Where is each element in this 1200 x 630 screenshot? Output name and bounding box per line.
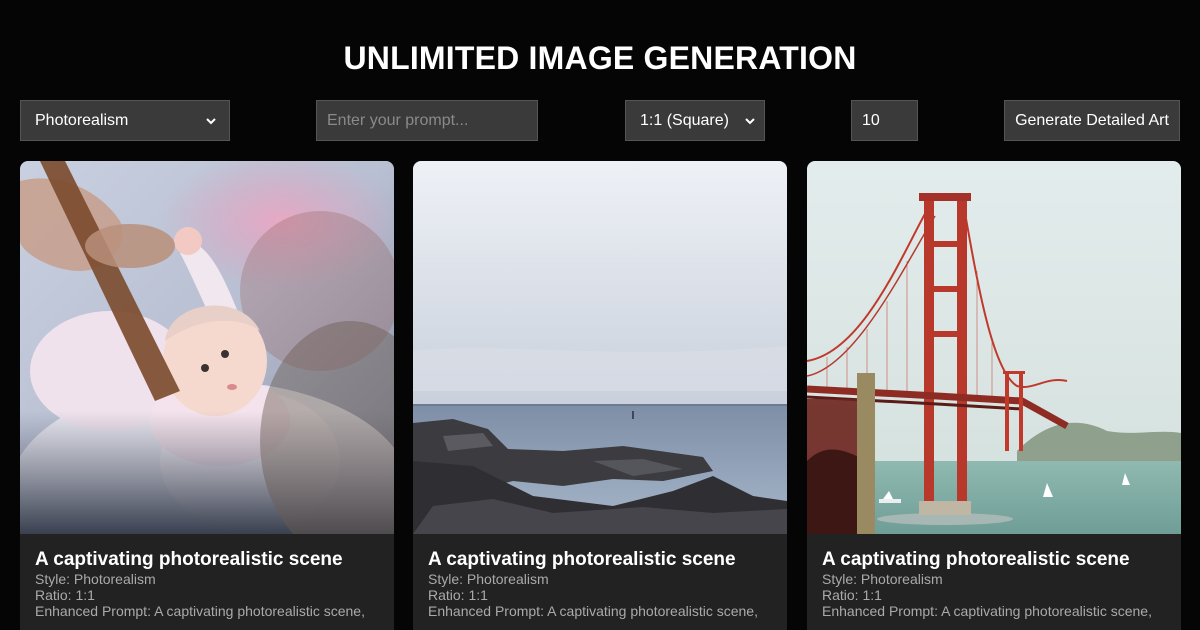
- card-ratio: Ratio: 1:1: [822, 587, 882, 603]
- image-card[interactable]: A captivating photorealistic scene Style…: [807, 161, 1181, 630]
- style-select-value: Photorealism: [35, 111, 129, 129]
- count-input[interactable]: 10: [851, 100, 918, 141]
- golden-gate-bridge-photo[interactable]: [807, 161, 1181, 534]
- prompt-placeholder: Enter your prompt...: [327, 111, 469, 129]
- chevron-down-icon: [206, 117, 216, 124]
- prompt-input[interactable]: Enter your prompt...: [316, 100, 538, 141]
- style-select[interactable]: Photorealism: [20, 100, 230, 141]
- generate-button[interactable]: Generate Detailed Art: [1004, 100, 1180, 141]
- card-ratio: Ratio: 1:1: [35, 587, 95, 603]
- page-title: UNLIMITED IMAGE GENERATION: [343, 40, 857, 76]
- card-ratio: Ratio: 1:1: [428, 587, 488, 603]
- ratio-select[interactable]: 1:1 (Square): [625, 100, 765, 141]
- card-enhanced-prompt: Enhanced Prompt: A captivating photoreal…: [428, 603, 758, 619]
- card-title: A captivating photorealistic scene: [428, 549, 736, 570]
- image-card[interactable]: A captivating photorealistic scene Style…: [413, 161, 787, 630]
- generate-button-label: Generate Detailed Art: [1015, 111, 1169, 129]
- card-body: A captivating photorealistic scene Style…: [428, 534, 772, 619]
- card-body: A captivating photorealistic scene Style…: [822, 534, 1166, 619]
- image-card[interactable]: A captivating photorealistic scene Style…: [20, 161, 394, 630]
- page: UNLIMITED IMAGE GENERATION Photorealism …: [0, 0, 1200, 630]
- card-enhanced-prompt: Enhanced Prompt: A captivating photoreal…: [35, 603, 365, 619]
- controls-bar: Photorealism Enter your prompt... 1:1 (S…: [20, 100, 1180, 141]
- ratio-select-value: 1:1 (Square): [640, 111, 729, 129]
- chevron-down-icon: [745, 117, 755, 124]
- card-title: A captivating photorealistic scene: [35, 549, 343, 570]
- card-style: Style: Photorealism: [822, 571, 943, 587]
- baby-photo-graphic: [20, 161, 394, 534]
- card-style: Style: Photorealism: [428, 571, 549, 587]
- baby-photo[interactable]: [20, 161, 394, 534]
- card-body: A captivating photorealistic scene Style…: [35, 534, 379, 619]
- card-enhanced-prompt: Enhanced Prompt: A captivating photoreal…: [822, 603, 1152, 619]
- count-value: 10: [862, 111, 880, 129]
- rocky-coast-photo[interactable]: [413, 161, 787, 534]
- bridge-graphic: [807, 161, 1181, 534]
- rocky-coast-graphic: [413, 161, 787, 534]
- card-style: Style: Photorealism: [35, 571, 156, 587]
- card-title: A captivating photorealistic scene: [822, 549, 1130, 570]
